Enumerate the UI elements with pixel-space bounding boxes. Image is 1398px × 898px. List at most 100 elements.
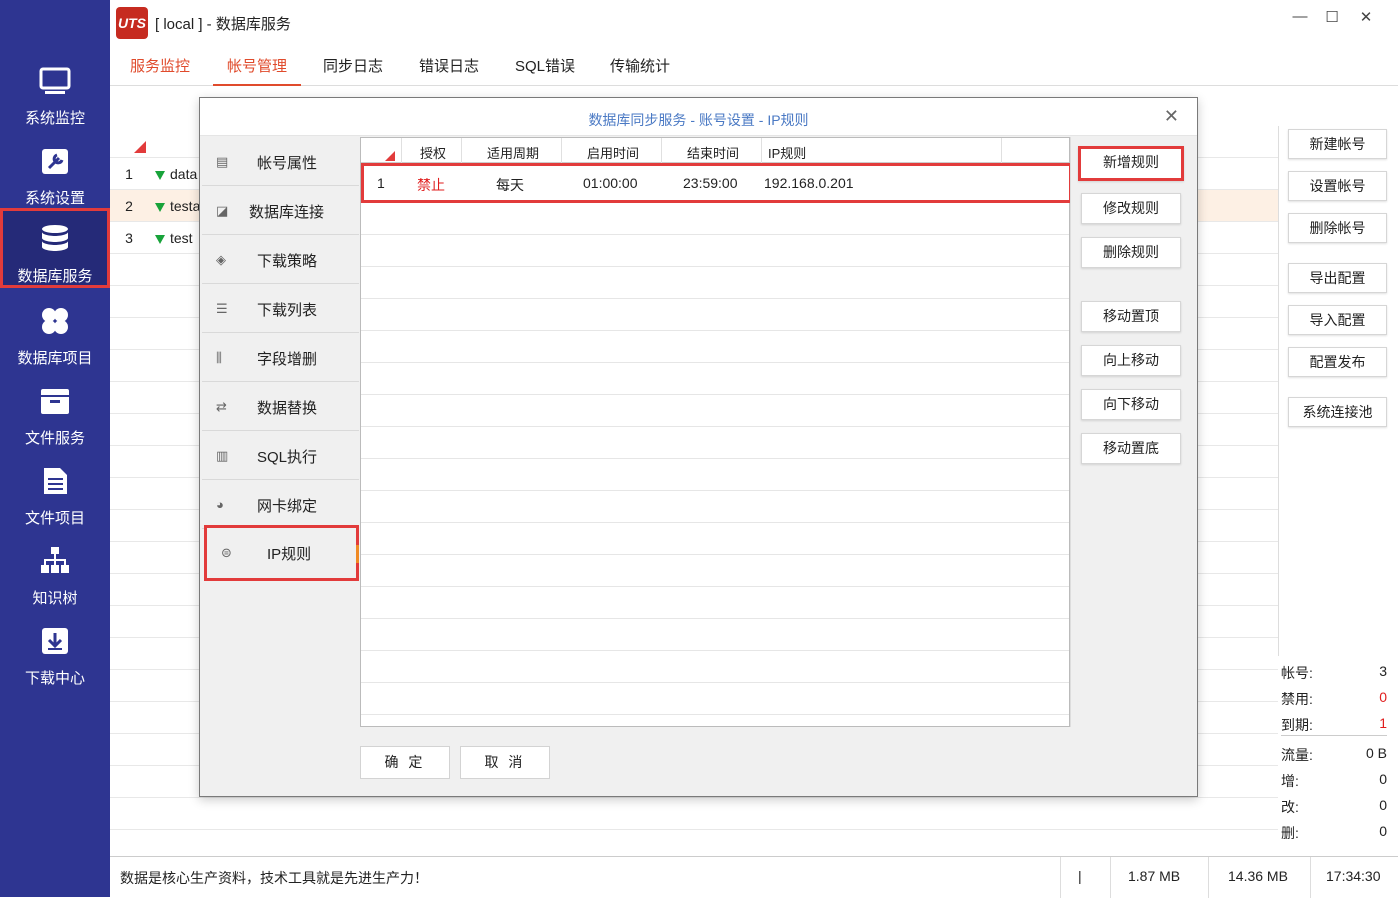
- row-number: 1: [125, 166, 133, 182]
- move-top-button[interactable]: 移动置顶: [1081, 301, 1181, 332]
- dialog-title-bar: 数据库同步服务 - 账号设置 - IP规则 ✕: [200, 98, 1197, 136]
- export-config-button[interactable]: 导出配置: [1288, 263, 1387, 293]
- file-list-icon: [44, 468, 67, 494]
- selection-marker: [356, 545, 359, 563]
- col-end-time[interactable]: 结束时间: [687, 143, 739, 162]
- col-auth[interactable]: 授权: [420, 143, 446, 162]
- maximize-icon[interactable]: ☐: [1320, 8, 1344, 28]
- set-account-button[interactable]: 设置帐号: [1288, 171, 1387, 201]
- left-nav: 系统监控 系统设置 数据库服务 数据库项目 文件服务 文件项目 知识树 下载中心: [0, 0, 110, 897]
- window-title: [ local ] - 数据库服务: [155, 16, 291, 33]
- menu-label: SQL执行: [257, 449, 318, 466]
- arrow-down-icon: [155, 202, 165, 212]
- arrow-down-icon: [155, 234, 165, 244]
- stats-panel: 帐号: 3 禁用: 0 到期: 1 流量: 0 B 增: 0 改: 0 删: 0: [1278, 656, 1398, 856]
- publish-config-button[interactable]: 配置发布: [1288, 347, 1387, 377]
- rule-actions: 新增规则 修改规则 删除规则 移动置顶 向上移动 向下移动 移动置底: [1070, 137, 1197, 727]
- menu-database-connection[interactable]: ◪ 数据库连接: [202, 186, 359, 235]
- database-icon: [42, 225, 68, 251]
- row-number: 3: [125, 230, 133, 246]
- stat-expired: 到期: 1: [1281, 710, 1387, 736]
- status-memory-1: 1.87 MB: [1128, 868, 1181, 884]
- grid-header: 授权 适用周期 启用时间 结束时间 IP规则: [361, 138, 1069, 163]
- sort-corner-icon: [385, 151, 395, 161]
- close-icon[interactable]: ✕: [1354, 8, 1378, 28]
- link-icon: ⊜: [221, 545, 232, 560]
- list-icon: ☰: [216, 301, 228, 316]
- close-icon[interactable]: ✕: [1164, 106, 1179, 127]
- app-logo: UTS: [116, 7, 148, 39]
- menu-ip-rule[interactable]: ⊜ IP规则: [204, 525, 359, 581]
- sort-corner-icon: [134, 141, 146, 153]
- nav-knowledge-tree[interactable]: 知识树: [0, 530, 110, 610]
- tab-account-management[interactable]: 帐号管理: [213, 55, 302, 86]
- tab-sync-log[interactable]: 同步日志: [323, 55, 383, 76]
- edit-rule-button[interactable]: 修改规则: [1081, 193, 1181, 224]
- stat-update: 改: 0: [1281, 797, 1387, 815]
- nav-label: 系统设置: [24, 190, 85, 207]
- tree-icon: [41, 547, 69, 573]
- nav-label: 文件项目: [24, 510, 85, 527]
- nav-database-project[interactable]: 数据库项目: [0, 290, 110, 370]
- chart-icon: ◪: [216, 203, 229, 218]
- col-period[interactable]: 适用周期: [487, 143, 539, 162]
- settings-icon: [42, 149, 68, 174]
- download-icon: [42, 628, 68, 654]
- menu-label: 下载列表: [257, 302, 318, 319]
- menu-account-properties[interactable]: ▤ 帐号属性: [202, 137, 359, 186]
- ok-button[interactable]: 确 定: [360, 746, 450, 779]
- new-account-button[interactable]: 新建帐号: [1288, 129, 1387, 159]
- import-config-button[interactable]: 导入配置: [1288, 305, 1387, 335]
- move-bottom-button[interactable]: 移动置底: [1081, 433, 1181, 464]
- tab-transfer-stats[interactable]: 传输统计: [610, 55, 670, 76]
- nav-label: 下载中心: [24, 670, 85, 687]
- menu-data-replace[interactable]: ⇄ 数据替换: [202, 382, 359, 431]
- menu-download-list[interactable]: ☰ 下载列表: [202, 284, 359, 333]
- menu-nic-binding[interactable]: ◕ 网卡绑定: [202, 480, 359, 529]
- add-rule-button[interactable]: 新增规则: [1078, 146, 1184, 181]
- menu-label: 下载策略: [257, 253, 318, 270]
- card-icon: ▤: [216, 154, 229, 169]
- delete-rule-button[interactable]: 删除规则: [1081, 237, 1181, 268]
- menu-label: 数据替换: [257, 400, 318, 417]
- stat-insert: 增: 0: [1281, 771, 1387, 789]
- row-name: testa: [155, 198, 200, 214]
- row-name: test: [155, 230, 193, 246]
- cancel-button[interactable]: 取 消: [460, 746, 550, 779]
- pie-icon: ◕: [216, 497, 224, 512]
- tab-service-monitor[interactable]: 服务监控: [130, 55, 190, 76]
- nav-database-service[interactable]: 数据库服务: [0, 208, 110, 288]
- nav-system-monitor[interactable]: 系统监控: [0, 50, 110, 130]
- nav-file-project[interactable]: 文件项目: [0, 450, 110, 530]
- ip-rule-dialog: 数据库同步服务 - 账号设置 - IP规则 ✕ ▤ 帐号属性 ◪ 数据库连接 ◈ 下载…: [199, 97, 1198, 797]
- menu-sql-execute[interactable]: ▥ SQL执行: [202, 431, 359, 480]
- connection-pool-button[interactable]: 系统连接池: [1288, 397, 1387, 427]
- row-name: data: [155, 166, 197, 182]
- stat-disabled: 禁用: 0: [1281, 689, 1387, 707]
- nav-label: 知识树: [32, 590, 78, 607]
- menu-download-strategy[interactable]: ◈ 下载策略: [202, 235, 359, 284]
- row-number: 2: [125, 198, 133, 214]
- nav-download-center[interactable]: 下载中心: [0, 610, 110, 690]
- transfer-icon: ⇄: [216, 399, 227, 414]
- tab-sql-error[interactable]: SQL错误: [515, 55, 575, 76]
- delete-account-button[interactable]: 删除帐号: [1288, 213, 1387, 243]
- nav-system-settings[interactable]: 系统设置: [0, 130, 110, 210]
- menu-label: 网卡绑定: [257, 498, 318, 515]
- columns-icon: ⫼: [216, 350, 222, 365]
- col-ip-rule[interactable]: IP规则: [768, 143, 806, 162]
- nav-file-service[interactable]: 文件服务: [0, 370, 110, 450]
- diamond-icon: ◈: [216, 252, 226, 267]
- minimize-icon[interactable]: —: [1288, 8, 1312, 28]
- stat-traffic: 流量: 0 B: [1281, 745, 1387, 763]
- arrow-down-icon: [155, 170, 165, 180]
- tab-error-log[interactable]: 错误日志: [419, 55, 479, 76]
- menu-field-edit[interactable]: ⫼ 字段增删: [202, 333, 359, 382]
- col-start-time[interactable]: 启用时间: [587, 143, 639, 162]
- nav-label: 数据库服务: [17, 268, 93, 285]
- row-name-text: test: [170, 230, 193, 246]
- status-message: 数据是核心生产资料，技术工具就是先进生产力！: [120, 870, 428, 886]
- stat-delete: 删: 0: [1281, 823, 1387, 841]
- move-down-button[interactable]: 向下移动: [1081, 389, 1181, 420]
- move-up-button[interactable]: 向上移动: [1081, 345, 1181, 376]
